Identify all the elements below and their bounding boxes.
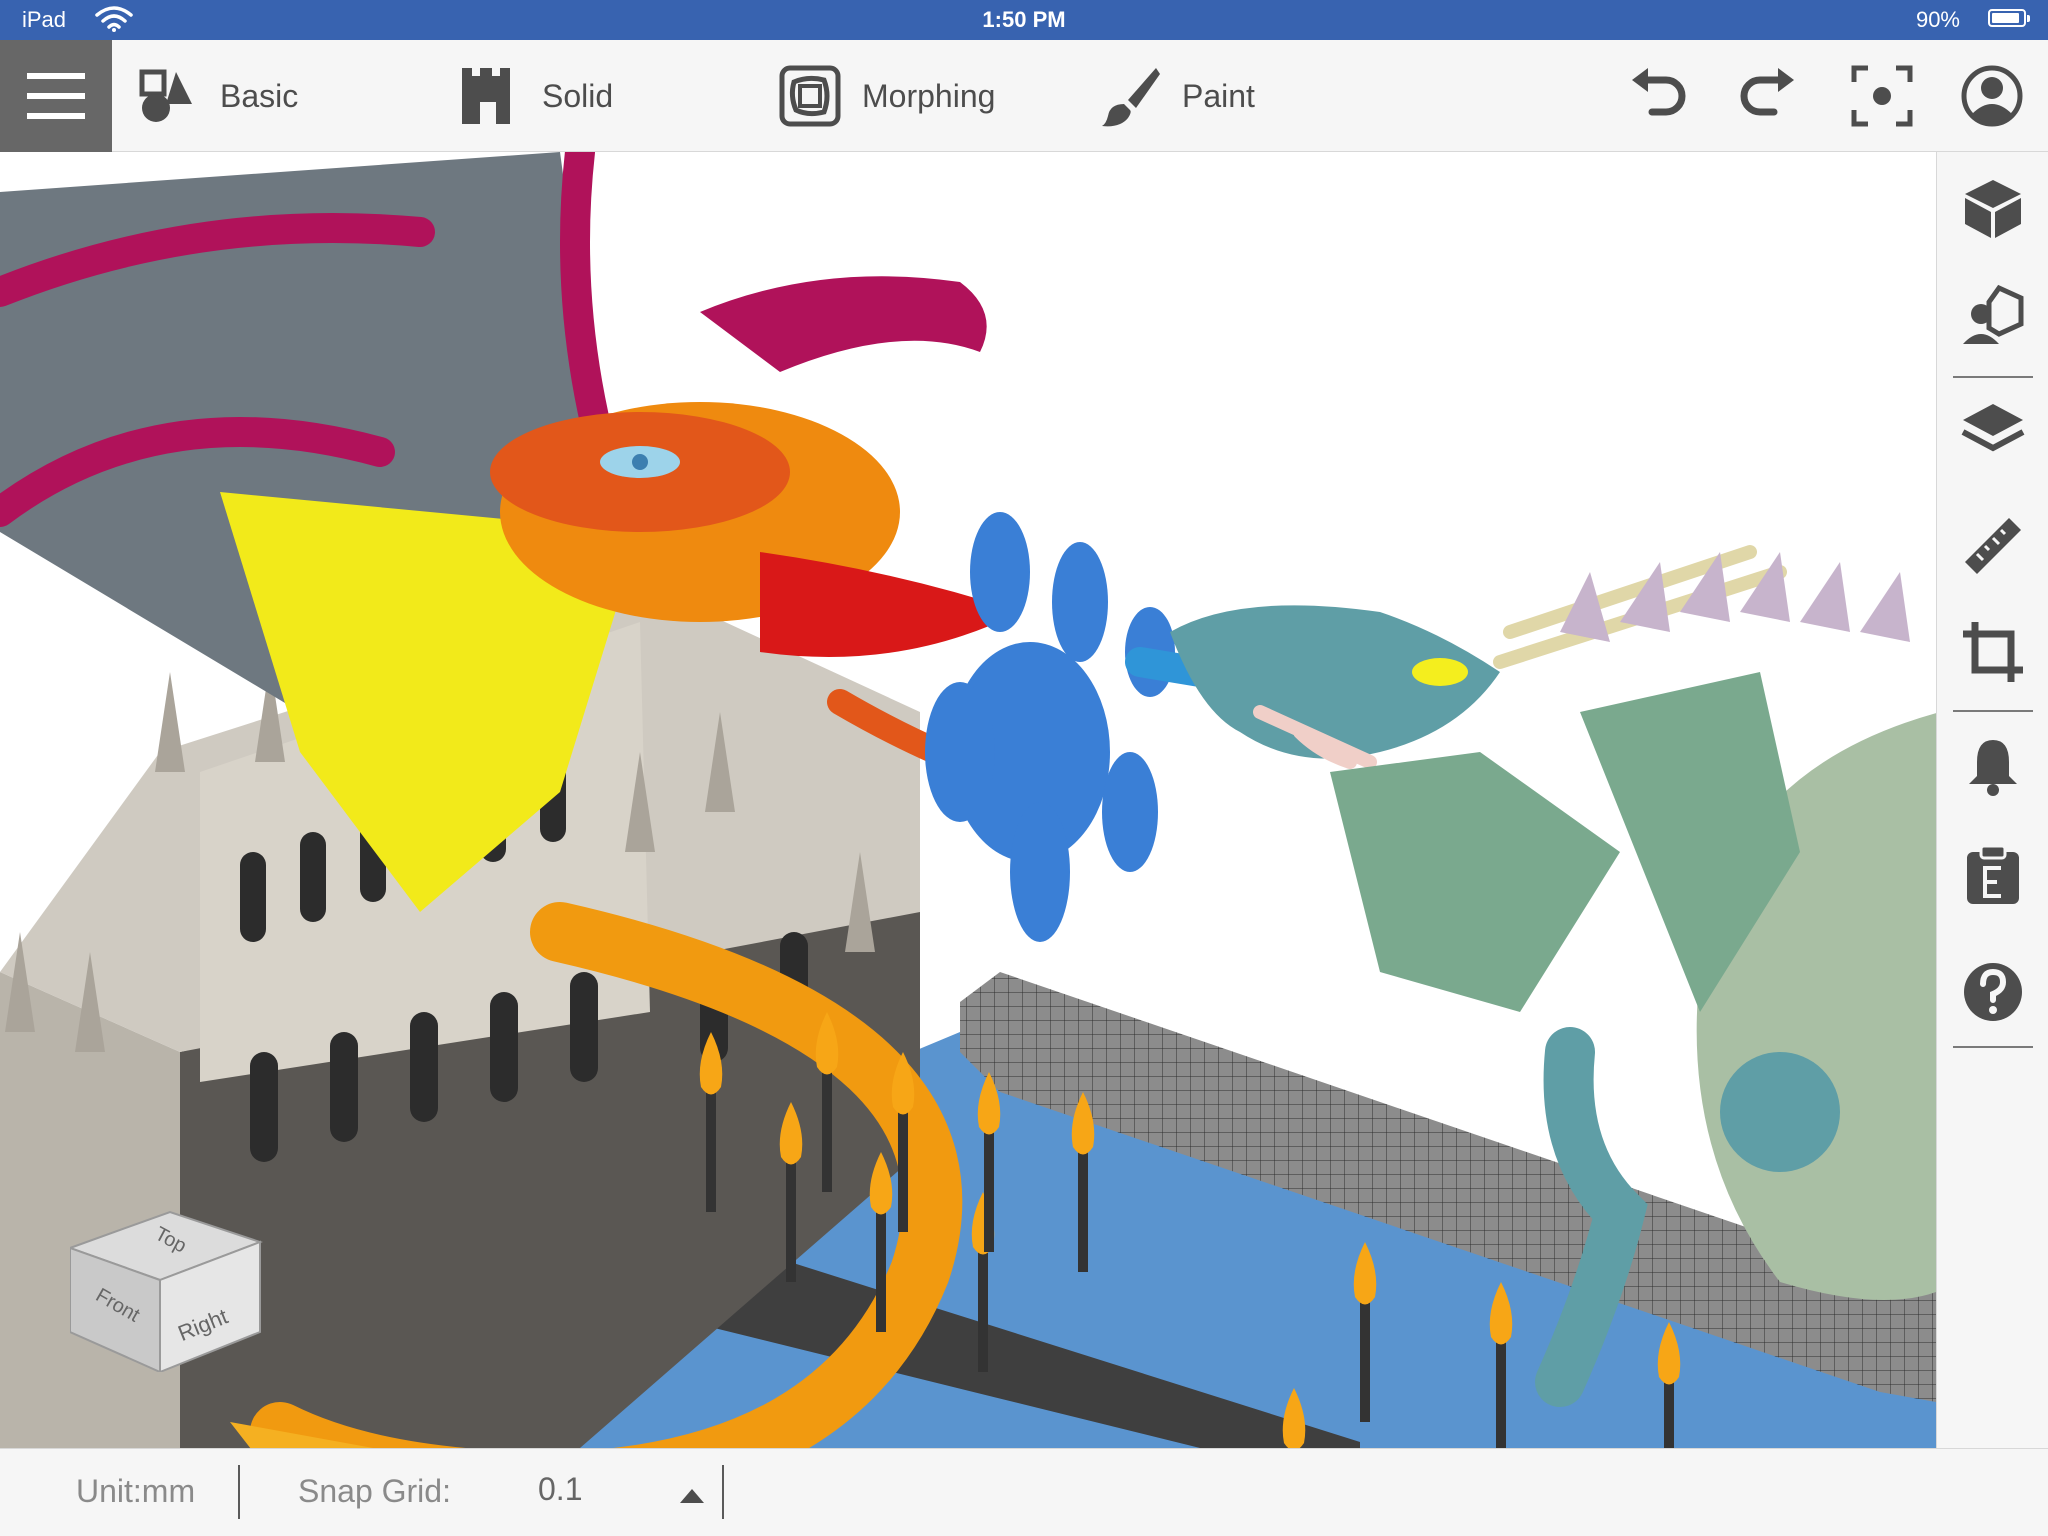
redo-icon[interactable] (1736, 64, 1800, 128)
tab-basic-label: Basic (220, 77, 299, 114)
tab-morphing[interactable]: Morphing (778, 40, 995, 152)
tab-solid-label: Solid (542, 77, 614, 114)
clock-time: 1:50 PM (982, 7, 1066, 32)
main-toolbar: Basic Solid Morphing Paint (0, 40, 2048, 152)
ruler-icon[interactable] (1961, 514, 2025, 578)
right-sidebar (1936, 152, 2048, 1448)
tab-paint[interactable]: Paint (1098, 40, 1255, 152)
tab-solid[interactable]: Solid (458, 40, 613, 152)
import-model-icon[interactable] (1961, 284, 2025, 348)
bottom-divider (238, 1465, 240, 1519)
castle-tower-icon (462, 68, 510, 124)
bottom-divider (722, 1465, 724, 1519)
tab-basic[interactable]: Basic (136, 40, 298, 152)
paint-brush-icon (1102, 68, 1160, 127)
3d-viewport[interactable]: Top Front Right (0, 152, 1936, 1448)
unit-label[interactable]: Unit:mm (76, 1473, 195, 1510)
blue-creature (925, 512, 1175, 942)
battery-percent: 90% (1915, 7, 1960, 32)
morph-square-icon (779, 65, 841, 127)
tab-paint-label: Paint (1182, 77, 1255, 114)
crop-icon[interactable] (1961, 620, 2025, 684)
undo-icon[interactable] (1626, 64, 1690, 128)
scene-render (0, 152, 1936, 1448)
bottom-status-bar: Unit:mm Snap Grid: 0.1 (0, 1448, 2048, 1536)
notification-bell-icon[interactable] (1961, 734, 2025, 798)
account-icon[interactable] (1960, 64, 2024, 128)
hamburger-menu-button[interactable] (0, 40, 112, 152)
sidebar-divider (1953, 376, 2033, 378)
snap-grid-label: Snap Grid: (298, 1473, 451, 1509)
export-clipboard-icon[interactable] (1961, 842, 2025, 906)
sidebar-divider (1953, 710, 2033, 712)
layers-icon[interactable] (1961, 400, 2025, 464)
battery-icon (1988, 9, 2030, 27)
view-cube[interactable]: Top Front Right (70, 1182, 270, 1372)
focus-view-icon[interactable] (1850, 64, 1914, 128)
hamburger-menu-icon (27, 73, 85, 119)
snap-grid-dropdown-arrow-icon[interactable] (678, 1487, 706, 1505)
basic-shapes-icon (139, 69, 192, 122)
battery-fill (1992, 13, 2019, 23)
cube-icon[interactable] (1961, 176, 2025, 240)
tab-morphing-label: Morphing (862, 77, 996, 114)
help-icon[interactable] (1961, 960, 2025, 1024)
sidebar-divider (1953, 1046, 2033, 1048)
snap-grid-value[interactable]: 0.1 (538, 1471, 582, 1508)
status-bar: iPad 1:50 PM 90% (0, 0, 2048, 40)
